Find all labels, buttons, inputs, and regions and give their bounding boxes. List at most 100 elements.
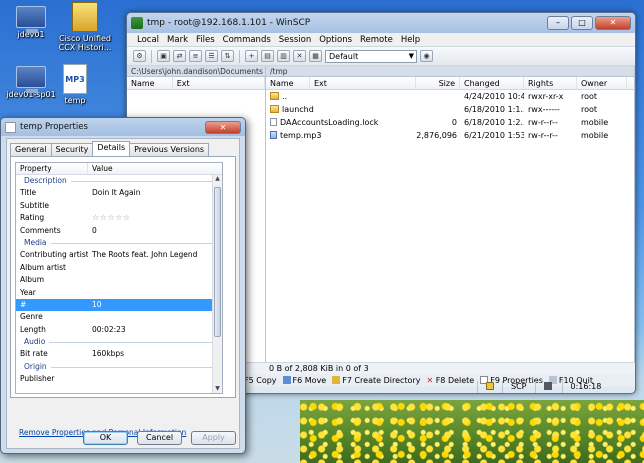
- property-row[interactable]: Title Doin It Again: [16, 187, 222, 199]
- property-row[interactable]: Album: [16, 274, 222, 286]
- desktop-icon-jdev01[interactable]: jdev01: [0, 2, 62, 39]
- property-row[interactable]: Genre: [16, 311, 222, 323]
- menu-help[interactable]: Help: [401, 35, 420, 45]
- f5-copy-button[interactable]: F5 Copy: [244, 374, 277, 387]
- property-name: Comments: [20, 225, 61, 235]
- table-row[interactable]: .. 4/24/2010 10:4... rwxr-xr-x root: [266, 90, 634, 103]
- property-value[interactable]: [88, 262, 222, 274]
- rating-star-icon[interactable]: ☆: [92, 213, 100, 222]
- remote-panel[interactable]: /tmp Name Ext Size Changed Rights Owner …: [266, 66, 635, 362]
- remote-col-size[interactable]: Size: [416, 77, 460, 89]
- property-value[interactable]: [88, 287, 222, 299]
- remote-col-changed[interactable]: Changed: [460, 77, 524, 89]
- ok-button[interactable]: OK: [83, 431, 128, 445]
- f8-delete-button[interactable]: ✕ F8 Delete: [426, 374, 474, 387]
- session-combo[interactable]: Default ▼: [325, 49, 417, 63]
- property-value[interactable]: 160kbps: [88, 348, 222, 360]
- col-value[interactable]: Value: [88, 163, 222, 174]
- table-row[interactable]: DAAccountsLoading.lock 0 6/18/2010 1:2..…: [266, 116, 634, 129]
- preferences-icon[interactable]: ⚙: [133, 50, 146, 62]
- remote-col-name[interactable]: Name: [266, 77, 310, 89]
- property-value[interactable]: [88, 200, 222, 212]
- property-value[interactable]: 0: [88, 225, 222, 237]
- close-session-icon[interactable]: ✕: [293, 50, 306, 62]
- property-value[interactable]: 10: [88, 299, 222, 311]
- tab-previous-versions[interactable]: Previous Versions: [129, 143, 210, 156]
- menu-commands[interactable]: Commands: [223, 35, 271, 45]
- f7-create-directory-button[interactable]: F7 Create Directory: [332, 374, 420, 387]
- desktop-icon-cisco[interactable]: Cisco Unified CCX Histori...: [54, 2, 116, 52]
- menu-remote[interactable]: Remote: [360, 35, 393, 45]
- scroll-thumb[interactable]: [214, 187, 221, 337]
- table-row[interactable]: launchd 6/18/2010 1:1... rwx------ root: [266, 103, 634, 116]
- local-col-ext[interactable]: Ext: [173, 77, 265, 89]
- property-value[interactable]: [88, 274, 222, 286]
- menu-files[interactable]: Files: [196, 35, 215, 45]
- property-row[interactable]: Album artist: [16, 262, 222, 274]
- scroll-down-icon[interactable]: ▼: [214, 385, 221, 393]
- property-row[interactable]: Contributing artists The Roots feat. John…: [16, 249, 222, 261]
- properties-titlebar[interactable]: temp Properties ✕: [1, 118, 245, 136]
- menu-local[interactable]: Local: [137, 35, 159, 45]
- session-list-icon[interactable]: ▦: [309, 50, 322, 62]
- queue-icon[interactable]: ☰: [205, 50, 218, 62]
- property-value[interactable]: [88, 373, 222, 385]
- rating-star-icon[interactable]: ☆: [115, 213, 123, 222]
- save-session-icon[interactable]: ▥: [277, 50, 290, 62]
- elapsed-time: 0:16:18: [561, 381, 610, 393]
- property-row[interactable]: Comments 0: [16, 225, 222, 237]
- file-icon: [270, 118, 277, 126]
- property-section-header: Media: [16, 237, 222, 249]
- new-session-icon[interactable]: +: [245, 50, 258, 62]
- open-session-icon[interactable]: ▤: [261, 50, 274, 62]
- menu-session[interactable]: Session: [279, 35, 311, 45]
- property-value[interactable]: Doin It Again: [88, 187, 222, 199]
- minimize-button[interactable]: –: [547, 16, 569, 30]
- property-value[interactable]: The Roots feat. John Legend: [88, 249, 222, 261]
- rating-star-icon[interactable]: ☆: [107, 213, 115, 222]
- tab-security[interactable]: Security: [50, 143, 94, 156]
- apply-button[interactable]: Apply: [191, 431, 236, 445]
- property-row[interactable]: Length 00:02:23: [16, 324, 222, 336]
- property-value[interactable]: ☆ ☆ ☆ ☆ ☆: [88, 212, 222, 224]
- remote-col-owner[interactable]: Owner: [577, 77, 627, 89]
- local-col-name[interactable]: Name: [127, 77, 173, 89]
- terminal-status: [534, 381, 562, 393]
- property-value[interactable]: 00:02:23: [88, 324, 222, 336]
- sync-icon[interactable]: ⇄: [173, 50, 186, 62]
- remote-col-ext[interactable]: Ext: [310, 77, 416, 89]
- terminal-icon[interactable]: ▣: [157, 50, 170, 62]
- close-button[interactable]: ✕: [205, 120, 241, 134]
- tab-general[interactable]: General: [10, 143, 52, 156]
- table-row[interactable]: temp.mp3 2,876,096 6/21/2010 1:53:... rw…: [266, 129, 634, 142]
- scroll-up-icon[interactable]: ▲: [214, 175, 221, 183]
- compare-icon[interactable]: ≡: [189, 50, 202, 62]
- globe-icon[interactable]: ◉: [420, 50, 433, 62]
- property-row[interactable]: Bit rate 160kbps: [16, 348, 222, 360]
- f6-move-button[interactable]: F6 Move: [282, 374, 326, 387]
- winscp-titlebar[interactable]: tmp - root@192.168.1.101 - WinSCP – □ ✕: [127, 13, 635, 33]
- property-row[interactable]: Subtitle: [16, 200, 222, 212]
- close-button[interactable]: ✕: [595, 16, 631, 30]
- menu-options[interactable]: Options: [319, 35, 352, 45]
- property-section-header: Description: [16, 175, 222, 187]
- remote-col-rights[interactable]: Rights: [524, 77, 577, 89]
- tab-details[interactable]: Details: [92, 141, 131, 156]
- menu-mark[interactable]: Mark: [167, 35, 188, 45]
- cancel-button[interactable]: Cancel: [137, 431, 182, 445]
- property-row[interactable]: Rating ☆ ☆ ☆ ☆ ☆: [16, 212, 222, 224]
- desktop-icon-temp[interactable]: MP3 temp: [44, 64, 106, 105]
- rating-star-icon[interactable]: ☆: [123, 213, 130, 222]
- property-value[interactable]: [88, 311, 222, 323]
- f5-copy-label: F5 Copy: [244, 376, 277, 385]
- property-row[interactable]: #10: [16, 298, 222, 312]
- vertical-scrollbar[interactable]: ▲ ▼: [212, 175, 222, 393]
- col-property[interactable]: Property: [16, 163, 88, 174]
- file-icon: [5, 121, 16, 133]
- maximize-button[interactable]: □: [571, 16, 593, 30]
- property-name: Album artist: [20, 262, 66, 272]
- property-row[interactable]: Year: [16, 287, 222, 299]
- session-combo-value: Default: [329, 51, 359, 61]
- transfer-settings-icon[interactable]: ⇅: [221, 50, 234, 62]
- property-row[interactable]: Publisher: [16, 373, 222, 385]
